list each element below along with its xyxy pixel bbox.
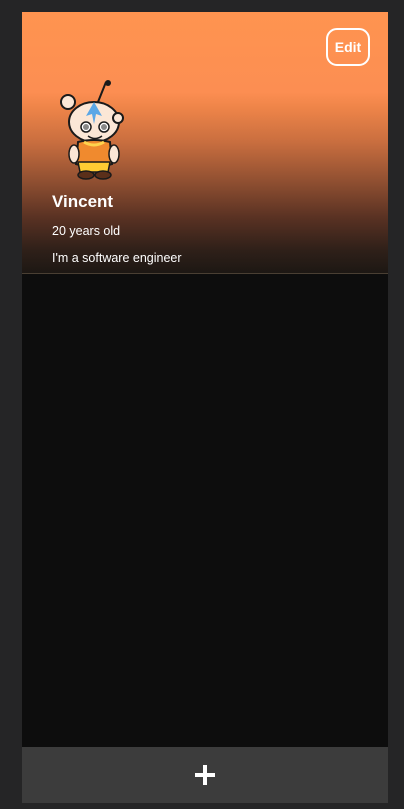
profile-panel: Edit Vincent 20 years old I'm a software… xyxy=(22,12,388,803)
cartoon-monk-avatar-icon xyxy=(60,80,124,180)
profile-age: 20 years old xyxy=(52,224,121,238)
plus-icon xyxy=(195,765,215,785)
avatar xyxy=(48,76,148,180)
profile-bio: I'm a software engineer xyxy=(52,251,182,265)
profile-name: Vincent xyxy=(52,192,114,211)
edit-button[interactable]: Edit xyxy=(326,28,370,66)
add-button[interactable] xyxy=(22,747,388,803)
content-area xyxy=(22,275,388,746)
profile-header: Edit Vincent 20 years old I'm a software… xyxy=(22,12,388,274)
